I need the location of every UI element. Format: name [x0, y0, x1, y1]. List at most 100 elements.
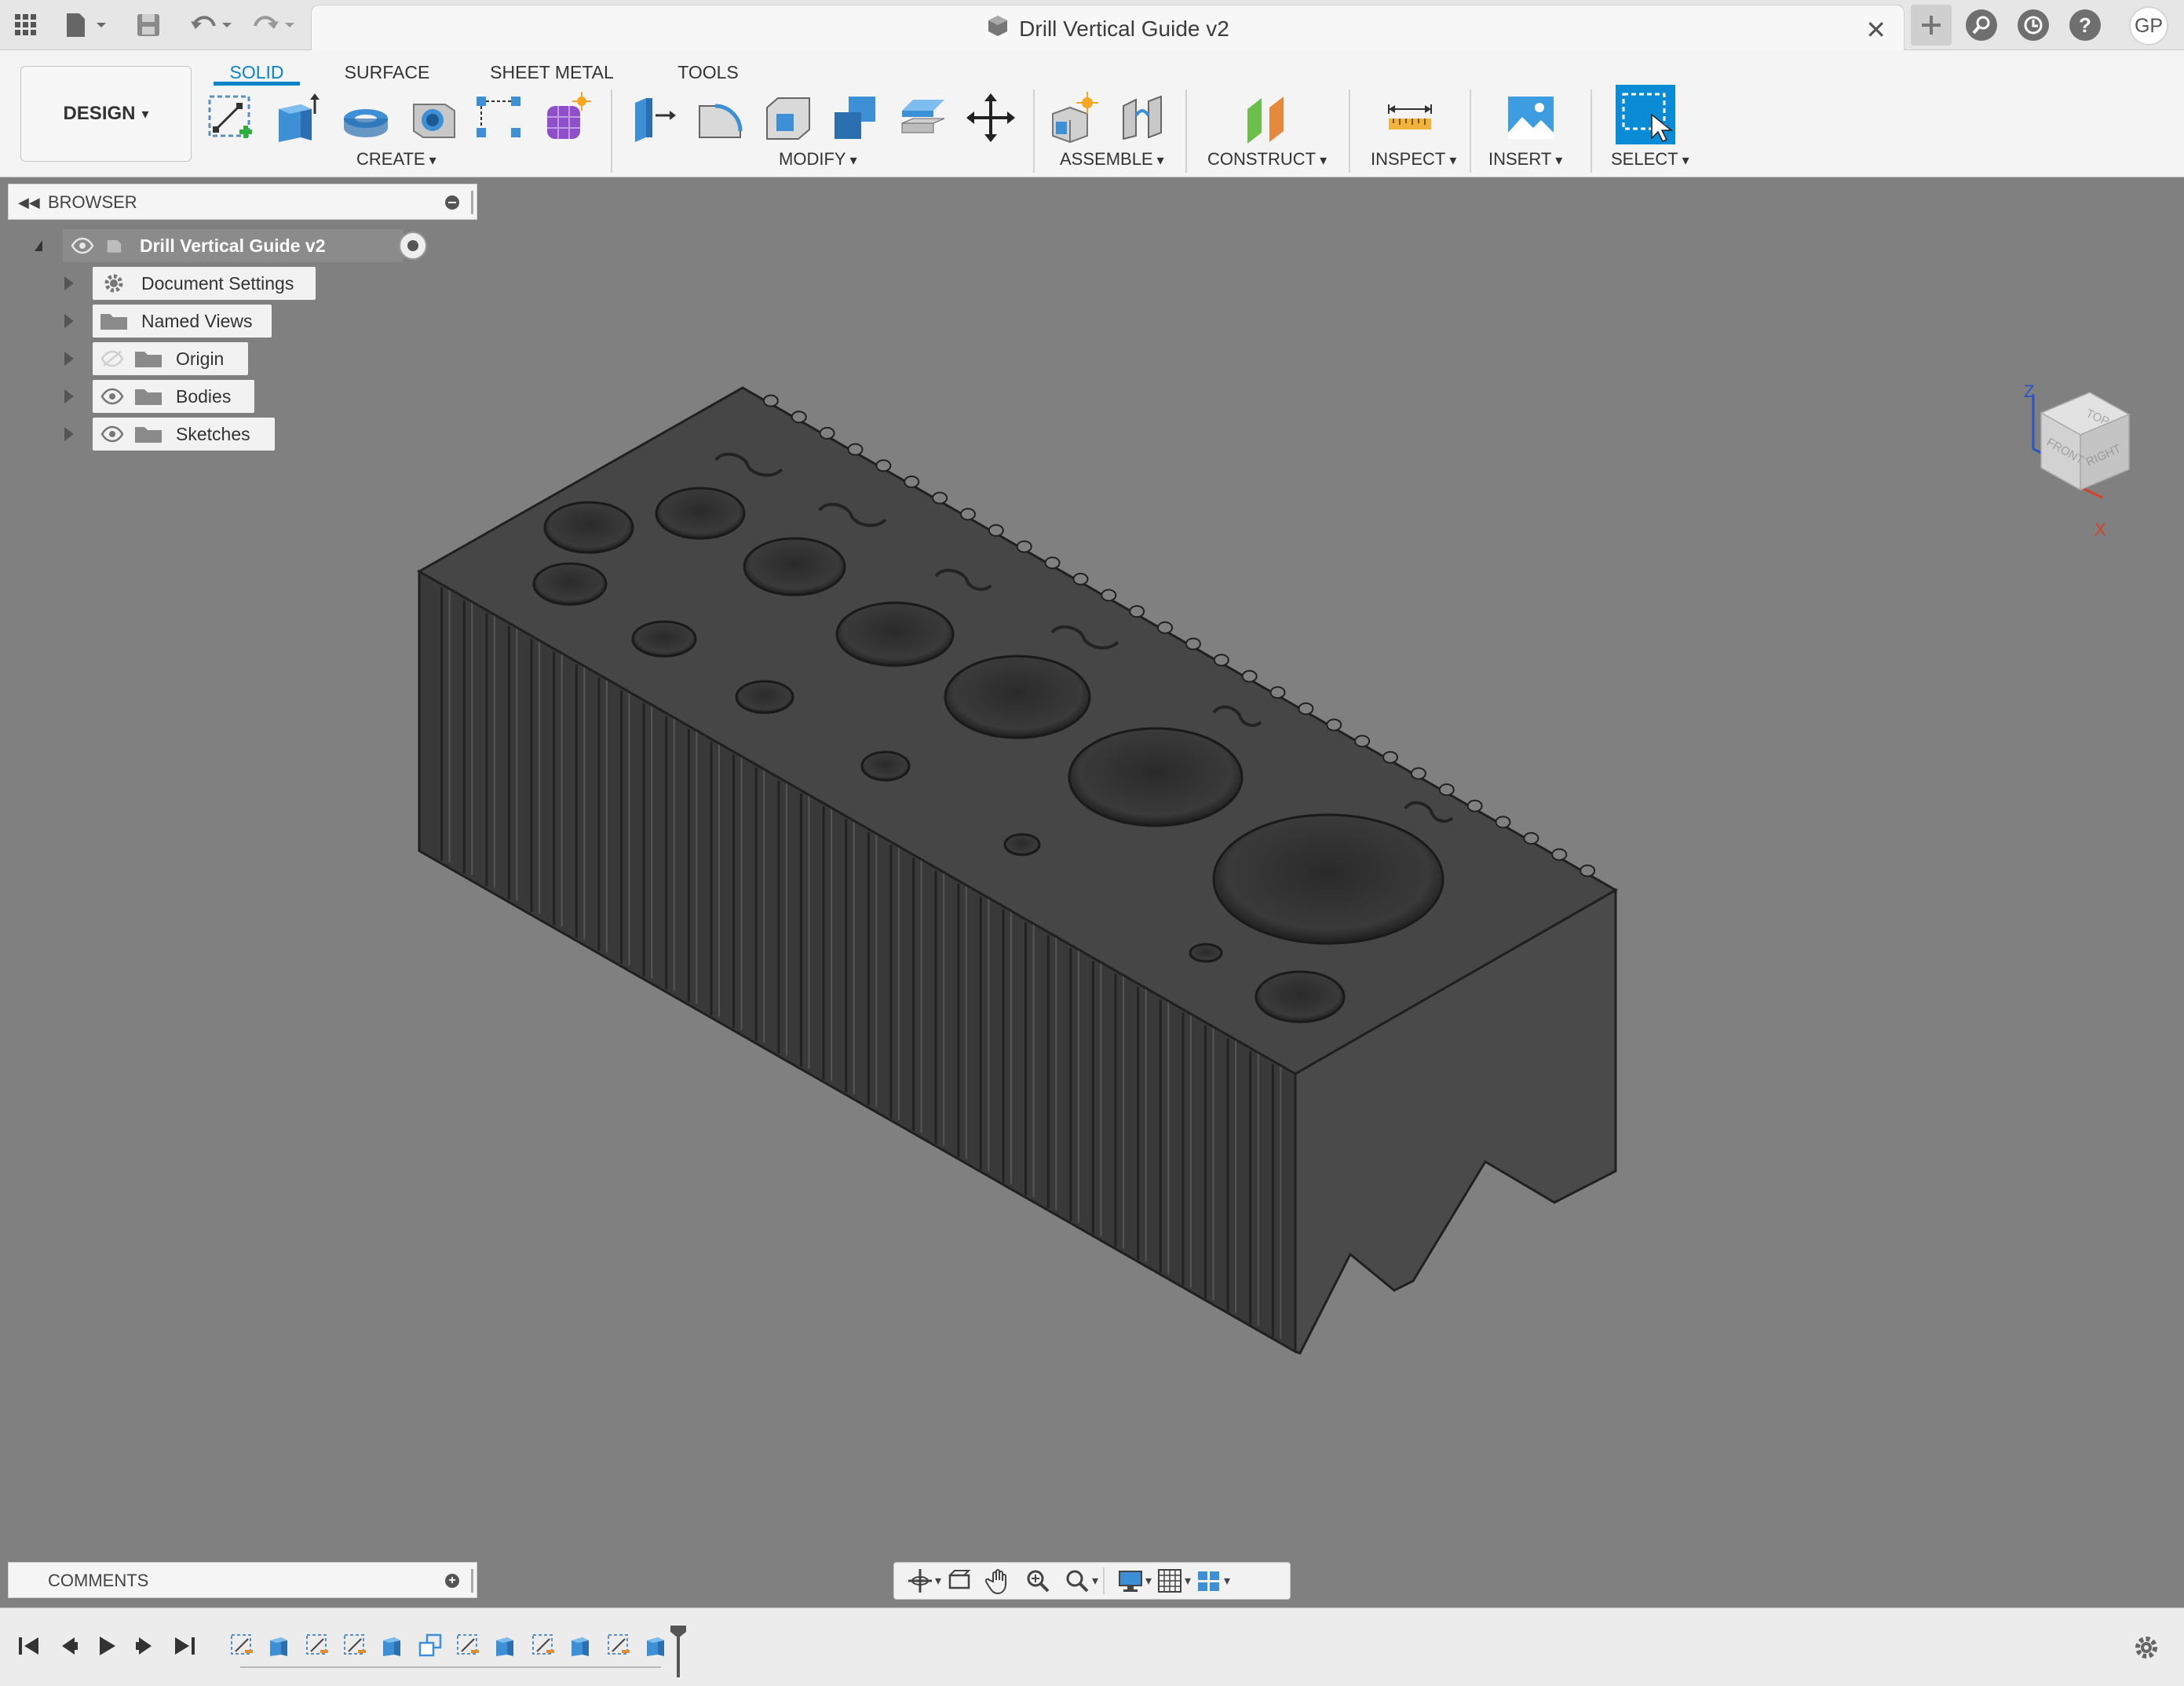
gear-icon	[104, 274, 123, 293]
timeline-combine-icon[interactable]	[416, 1632, 444, 1659]
edge-notch	[1523, 832, 1539, 845]
expand-document-settings-icon[interactable]	[64, 276, 74, 290]
look-at-icon[interactable]	[940, 1565, 979, 1597]
timeline-sketch-icon[interactable]	[303, 1632, 331, 1659]
extrude-icon[interactable]	[270, 88, 327, 148]
collapse-panel-icon[interactable]: ◀◀	[18, 184, 40, 221]
fit-icon[interactable]	[1057, 1565, 1098, 1597]
apps-grid-icon[interactable]	[8, 8, 44, 42]
insert-image-icon[interactable]	[1503, 88, 1559, 148]
panel-resize-grip[interactable]	[471, 191, 473, 214]
skip-to-end-icon[interactable]	[168, 1629, 203, 1663]
redo-icon[interactable]	[248, 8, 303, 42]
view-cube[interactable]: Z X TOP FRONT RIGHT	[2010, 381, 2151, 554]
comments-panel-header[interactable]: COMMENTS +	[8, 1562, 477, 1598]
timeline-sketch-icon[interactable]	[341, 1632, 369, 1659]
tab-tools[interactable]: TOOLS	[672, 55, 744, 89]
viewports-icon[interactable]	[1189, 1565, 1230, 1597]
display-settings-icon[interactable]	[1111, 1565, 1152, 1597]
expand-bodies-icon[interactable]	[64, 389, 74, 403]
timeline-extrude-icon[interactable]	[265, 1632, 294, 1659]
tab-surface[interactable]: SURFACE	[338, 55, 436, 89]
timeline-track[interactable]	[240, 1665, 661, 1668]
document-tab[interactable]: Drill Vertical Guide v2 ✕	[311, 5, 1905, 52]
hole-icon[interactable]	[405, 88, 462, 148]
panel-resize-grip[interactable]	[471, 1569, 473, 1593]
tree-item-named-views[interactable]: Named Views	[93, 305, 272, 338]
measure-icon[interactable]	[1382, 88, 1438, 148]
tab-sheet-metal[interactable]: SHEET METAL	[484, 55, 620, 89]
revolve-icon[interactable]	[338, 88, 394, 148]
expand-origin-icon[interactable]	[64, 352, 74, 366]
insert-menu[interactable]: INSERT	[1488, 148, 1562, 171]
combine-icon[interactable]	[827, 88, 884, 148]
expand-named-views-icon[interactable]	[64, 314, 74, 328]
timeline-sketch-icon[interactable]	[454, 1632, 482, 1659]
offset-face-icon[interactable]	[895, 88, 951, 148]
timeline-extrude-icon[interactable]	[567, 1632, 595, 1659]
assemble-menu[interactable]: ASSEMBLE	[1060, 148, 1164, 171]
create-menu[interactable]: CREATE	[356, 148, 436, 171]
hidden-eye-icon[interactable]	[100, 350, 124, 367]
step-forward-icon[interactable]	[127, 1629, 162, 1663]
timeline-settings-gear-icon[interactable]	[2132, 1633, 2160, 1666]
rectangular-pattern-icon[interactable]	[471, 88, 528, 148]
extensions-icon[interactable]	[1966, 9, 1997, 41]
workspace-switcher[interactable]: DESIGN ▾	[20, 66, 192, 162]
shell-icon[interactable]	[760, 88, 816, 148]
folder-icon	[135, 389, 162, 405]
timeline-marker[interactable]	[669, 1624, 688, 1683]
tree-item-origin[interactable]: Origin	[93, 342, 248, 375]
minimize-panel-icon[interactable]	[445, 195, 459, 210]
visibility-eye-icon[interactable]	[100, 388, 124, 405]
press-pull-icon[interactable]	[625, 88, 681, 148]
add-comment-icon[interactable]: +	[445, 1574, 459, 1588]
construct-menu[interactable]: CONSTRUCT	[1207, 148, 1327, 171]
close-tab-icon[interactable]: ✕	[1865, 15, 1886, 45]
create-sketch-icon[interactable]	[203, 88, 259, 148]
tree-root-component[interactable]: Drill Vertical Guide v2	[63, 229, 427, 262]
timeline-extrude-icon[interactable]	[491, 1632, 520, 1659]
visibility-eye-icon[interactable]	[71, 237, 94, 254]
tree-item-document-settings[interactable]: Document Settings	[93, 267, 316, 300]
root-collapse-icon[interactable]	[35, 240, 42, 251]
drill-hole	[543, 501, 634, 554]
visibility-eye-icon[interactable]	[100, 425, 124, 443]
fillet-icon[interactable]	[692, 88, 749, 148]
select-menu[interactable]: SELECT	[1611, 148, 1689, 171]
undo-icon[interactable]	[185, 8, 240, 42]
file-menu-icon[interactable]	[60, 8, 115, 42]
timeline-extrude-icon[interactable]	[642, 1632, 670, 1659]
move-copy-icon[interactable]	[962, 88, 1019, 148]
timeline-sketch-icon[interactable]	[529, 1632, 557, 1659]
activate-component-icon[interactable]	[399, 232, 427, 260]
orbit-icon[interactable]	[900, 1565, 941, 1597]
grid-icon[interactable]	[1150, 1565, 1191, 1597]
new-component-icon[interactable]	[1046, 88, 1102, 148]
new-tab-plus-icon[interactable]	[1911, 5, 1952, 46]
pan-icon[interactable]	[979, 1565, 1018, 1597]
save-icon[interactable]	[130, 8, 166, 42]
modify-menu[interactable]: MODIFY	[779, 148, 857, 171]
skip-to-start-icon[interactable]	[11, 1629, 46, 1663]
offset-plane-icon[interactable]	[1239, 88, 1295, 148]
step-back-icon[interactable]	[52, 1629, 86, 1663]
timeline-sketch-icon[interactable]	[604, 1632, 633, 1659]
create-form-icon[interactable]	[539, 88, 595, 148]
tree-item-sketches[interactable]: Sketches	[93, 418, 275, 451]
user-avatar[interactable]: GP	[2129, 6, 2168, 46]
timeline-extrude-icon[interactable]	[378, 1632, 407, 1659]
play-icon[interactable]	[89, 1629, 124, 1663]
timeline-sketch-icon[interactable]	[228, 1632, 256, 1659]
canvas-viewport[interactable]: Z X TOP FRONT RIGHT	[0, 177, 2184, 1606]
select-icon[interactable]	[1614, 83, 1677, 146]
help-icon[interactable]: ?	[2069, 9, 2101, 41]
zoom-icon[interactable]	[1018, 1565, 1057, 1597]
job-status-icon[interactable]	[2018, 9, 2049, 41]
expand-sketches-icon[interactable]	[64, 427, 74, 441]
3d-model-drill-guide[interactable]	[0, 177, 2184, 1606]
inspect-menu[interactable]: INSPECT	[1371, 148, 1456, 171]
browser-panel-header[interactable]: ◀◀ BROWSER	[8, 184, 477, 220]
tree-item-bodies[interactable]: Bodies	[93, 380, 254, 413]
joint-icon[interactable]	[1115, 88, 1171, 148]
